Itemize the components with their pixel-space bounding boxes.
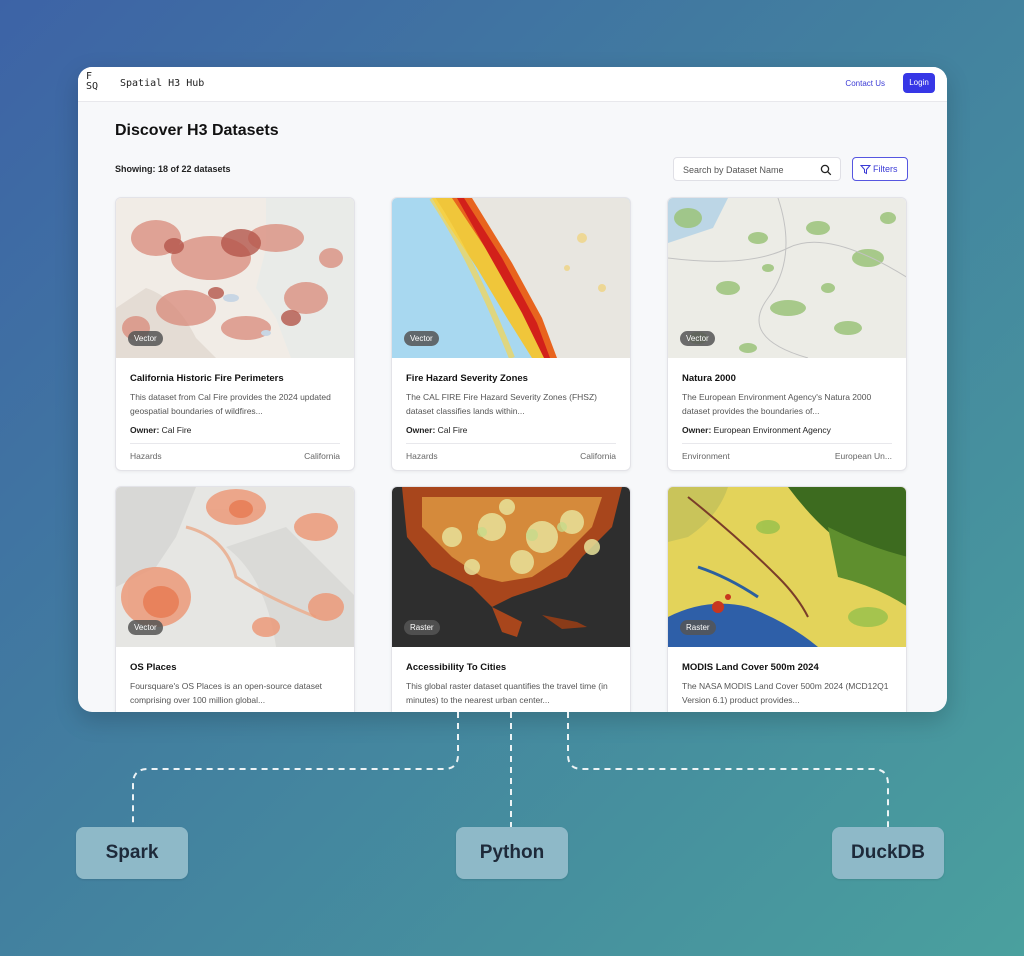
duckdb-label: DuckDB <box>832 827 944 879</box>
python-label: Python <box>456 827 568 879</box>
connector-lines <box>132 712 889 827</box>
spark-label: Spark <box>76 827 188 879</box>
